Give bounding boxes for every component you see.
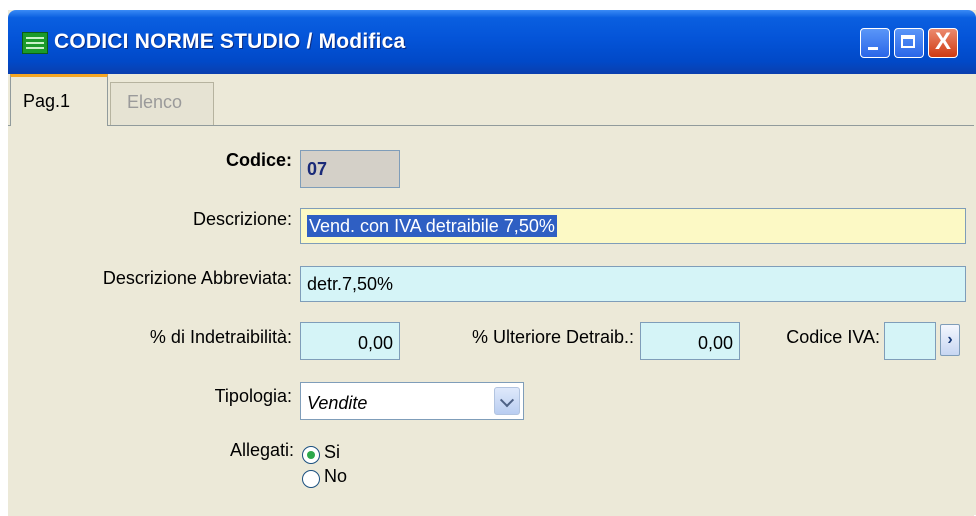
chevron-right-icon: › <box>947 331 953 348</box>
close-icon: X <box>934 28 951 55</box>
minimize-button[interactable] <box>860 28 890 58</box>
tab-pag1[interactable]: Pag.1 <box>10 74 108 126</box>
allegati-radio-no[interactable] <box>302 470 320 488</box>
indetraibilita-field[interactable]: 0,00 <box>300 322 400 360</box>
ulteriore-detraib-field[interactable]: 0,00 <box>640 322 740 360</box>
app-window: CODICI NORME STUDIO / Modifica X Pag.1 E… <box>8 10 976 516</box>
codice-label: Codice: <box>225 150 292 170</box>
title-bar[interactable]: CODICI NORME STUDIO / Modifica X <box>8 10 976 74</box>
tab-elenco[interactable]: Elenco <box>110 82 214 126</box>
tipologia-label: Tipologia: <box>214 386 292 406</box>
tipologia-select[interactable]: Vendite <box>300 382 524 420</box>
chevron-down-icon[interactable] <box>494 387 520 415</box>
codice-iva-lookup-button[interactable]: › <box>940 324 960 356</box>
descrizione-value: Vend. con IVA detraibile 7,50% <box>307 215 557 237</box>
descrizione-abbreviata-field[interactable]: detr.7,50% <box>300 266 966 302</box>
tipologia-value: Vendite <box>307 393 368 413</box>
codice-iva-field[interactable] <box>884 322 936 360</box>
codice-iva-label: Codice IVA: <box>786 327 880 347</box>
codice-field[interactable]: 07 <box>300 150 400 188</box>
allegati-label: Allegati: <box>229 440 294 460</box>
window-title: CODICI NORME STUDIO / Modifica <box>54 30 406 53</box>
indetraibilita-label: % di Indetraibilità: <box>149 327 292 347</box>
ulteriore-detraib-label: % Ulteriore Detraib.: <box>471 327 634 347</box>
allegati-option-si: Si <box>324 442 341 462</box>
maximize-button[interactable] <box>894 28 924 58</box>
allegati-radio-si[interactable] <box>302 446 320 464</box>
descrizione-label: Descrizione: <box>192 209 292 229</box>
form-panel <box>8 125 974 516</box>
descrizione-field[interactable]: Vend. con IVA detraibile 7,50% <box>300 208 966 244</box>
close-button[interactable]: X <box>928 28 958 58</box>
table-icon <box>22 32 48 54</box>
allegati-option-no: No <box>324 466 348 486</box>
descrizione-abbreviata-label: Descrizione Abbreviata: <box>102 268 292 288</box>
